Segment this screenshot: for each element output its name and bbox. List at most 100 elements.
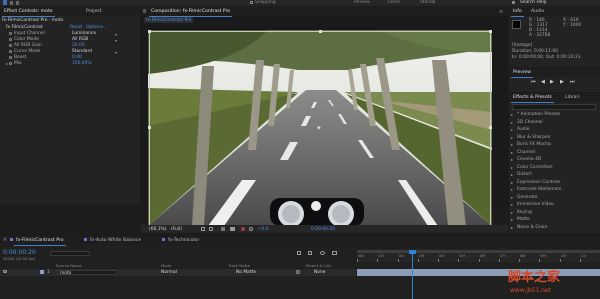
effects-category-item[interactable]: ▸ Noise & Grain	[511, 225, 599, 232]
effects-category-item[interactable]: ▸ Blur & Sharpen	[511, 135, 599, 142]
visibility-icon[interactable]	[3, 270, 7, 273]
effects-category-item[interactable]: ▸ * Animation Presets	[511, 112, 599, 119]
stopwatch-icon[interactable]	[9, 32, 12, 35]
tab-effects-presets[interactable]: Effects & Presets	[511, 94, 554, 103]
tab-composition[interactable]: Composition: fx-FilmicContrast Pro	[149, 8, 233, 17]
comp-subtab[interactable]: fx-FilmicContrast Pro	[144, 17, 194, 23]
bound-handle[interactable]	[148, 126, 151, 129]
snapping-checkbox[interactable]	[250, 1, 253, 4]
expand-arrow-icon[interactable]: ▸	[511, 180, 513, 185]
effect-reset-button[interactable]: Reset	[70, 25, 82, 30]
work-area-bar[interactable]	[357, 250, 600, 253]
expand-arrow-icon[interactable]: ▸	[511, 120, 513, 125]
tab-project[interactable]: Project	[84, 8, 104, 16]
effects-category-item[interactable]: ▸ Matte	[511, 217, 599, 224]
tab-info[interactable]: Info	[511, 8, 524, 17]
expand-arrow-icon[interactable]: ▸	[511, 172, 513, 177]
stopwatch-icon[interactable]	[9, 38, 12, 41]
stopwatch-icon[interactable]	[9, 56, 12, 59]
expand-arrow-icon[interactable]: ▸	[6, 61, 8, 66]
anchor-point-icon[interactable]: ◈	[317, 125, 321, 131]
playhead-handle[interactable]	[409, 250, 416, 254]
expand-arrow-icon[interactable]: ▸	[511, 157, 513, 162]
timeline-timecode[interactable]: 0:00:00:20	[3, 249, 36, 256]
bound-handle[interactable]	[319, 30, 322, 33]
layer-name-box[interactable]: moto	[57, 269, 117, 276]
resolution-dropdown[interactable]: (Full)	[171, 227, 182, 232]
bound-handle[interactable]	[489, 30, 492, 33]
pickwhip-icon[interactable]	[296, 270, 300, 274]
exposure-value[interactable]: +0,0	[258, 227, 269, 232]
mask-icon[interactable]	[209, 227, 213, 231]
effects-category-item[interactable]: ▸ Expression Controls	[511, 180, 599, 187]
layer-track-matte[interactable]: No Matte	[236, 270, 256, 275]
expand-arrow-icon[interactable]: ▸	[511, 142, 513, 147]
property-value-mix[interactable]: 100,00%	[72, 61, 92, 66]
tab-effect-controls[interactable]: Effect Controls: moto	[2, 8, 55, 17]
effects-category-item[interactable]: ▸ Boris FX Mocha	[511, 142, 599, 149]
zoom-dropdown[interactable]: (66,1%)	[149, 227, 166, 232]
effects-category-item[interactable]: ▸ Fastcode-Stellarcom	[511, 187, 599, 194]
expand-arrow-icon[interactable]: ▸	[511, 210, 513, 215]
effects-category-item[interactable]: ▸ Distort	[511, 172, 599, 179]
expand-arrow-icon[interactable]: ▸	[511, 217, 513, 222]
menu-learn[interactable]: Learn	[388, 0, 400, 5]
close-icon[interactable]: ×	[3, 237, 7, 243]
next-frame-icon[interactable]: ▶	[560, 79, 564, 85]
effects-category-item[interactable]: ▸ 3D Channel	[511, 120, 599, 127]
search-help-input[interactable]: Search Help	[520, 0, 547, 5]
comp-timecode[interactable]: 0:00:00:20	[311, 227, 335, 232]
tab-audio[interactable]: Audio	[529, 8, 546, 16]
effects-search-field[interactable]	[512, 104, 596, 110]
menu-review[interactable]: Review	[354, 0, 370, 5]
bound-handle[interactable]	[489, 126, 492, 129]
tab-preview[interactable]: Preview	[511, 69, 533, 78]
comp-flowchart-icon[interactable]	[297, 251, 301, 255]
expand-arrow-icon[interactable]: ▸	[511, 150, 513, 155]
effects-category-item[interactable]: ▸ Cinema 4D	[511, 157, 599, 164]
tab-libraries[interactable]: Librari	[563, 94, 582, 102]
motion-blur-icon[interactable]	[320, 251, 325, 255]
expand-arrow-icon[interactable]: ▸	[511, 165, 513, 170]
property-value-all-rgb-gain[interactable]: 20,00	[72, 43, 85, 48]
layer-label-color[interactable]	[40, 270, 44, 274]
playhead[interactable]	[412, 250, 413, 299]
draft-3d-icon[interactable]	[308, 251, 312, 255]
prev-frame-icon[interactable]: ◀	[541, 79, 545, 85]
play-icon[interactable]: ▶	[550, 79, 554, 85]
property-value-curve-mode[interactable]: Standard	[72, 49, 92, 54]
expand-arrow-icon[interactable]: ▸	[511, 127, 513, 132]
search-icon[interactable]	[512, 1, 515, 4]
effects-category-item[interactable]: ▸ Immersive Video	[511, 202, 599, 209]
expand-arrow-icon[interactable]: ▸	[511, 202, 513, 207]
stopwatch-icon[interactable]	[9, 62, 12, 65]
tab-timeline-filmic[interactable]: fx-FilmicContrast Pro	[14, 237, 66, 246]
color-picker-icon[interactable]	[241, 227, 245, 231]
last-frame-icon[interactable]: ⏭	[570, 79, 575, 85]
effects-category-item[interactable]: ▸ Color Correction	[511, 165, 599, 172]
layer-mode[interactable]: Normal	[161, 270, 177, 275]
composition-viewer[interactable]: ◈	[148, 30, 492, 226]
timeline-search-field[interactable]	[50, 251, 90, 256]
lock-icon[interactable]	[143, 9, 146, 13]
effects-category-item[interactable]: ▸ Audio	[511, 127, 599, 134]
first-frame-icon[interactable]: ⏮	[531, 79, 536, 85]
graph-editor-icon[interactable]	[332, 251, 337, 255]
effects-category-item[interactable]: ▸ Channel	[511, 150, 599, 157]
bound-handle[interactable]	[148, 30, 151, 33]
stopwatch-icon[interactable]	[9, 44, 12, 47]
expand-arrow-icon[interactable]: ▸	[511, 195, 513, 200]
property-value-color-mode[interactable]: All RGB	[72, 37, 88, 42]
expand-arrow-icon[interactable]: ▸	[511, 135, 513, 140]
grid-icon[interactable]	[201, 227, 205, 231]
selection-tool-icon[interactable]	[3, 0, 7, 5]
camera-icon[interactable]	[230, 227, 235, 231]
effect-name[interactable]: fx FilmicContrast	[6, 25, 43, 30]
transparency-icon[interactable]	[221, 227, 225, 231]
effect-options-button[interactable]: Options...	[86, 25, 107, 30]
expand-arrow-icon[interactable]: ▸	[511, 112, 513, 117]
property-value-input-channel[interactable]: Luminance	[72, 31, 96, 36]
hand-tool-icon[interactable]	[10, 1, 13, 5]
menu-icon[interactable]: ≡	[499, 9, 503, 15]
layer-row[interactable]: 1 moto Normal No Matte None	[0, 269, 356, 276]
